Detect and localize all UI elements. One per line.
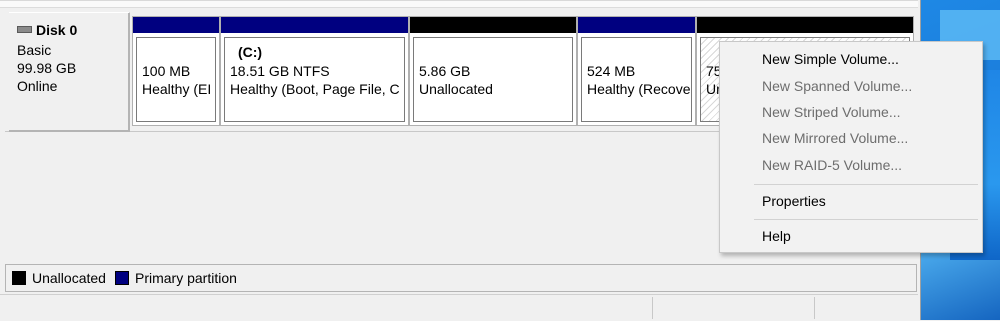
partition-c-drive[interactable]: (C:) 18.51 GB NTFS Healthy (Boot, Page F… (220, 16, 409, 126)
status-bar (0, 294, 918, 321)
disk-type: Basic (17, 42, 52, 58)
partition-size: 18.51 GB NTFS (230, 63, 330, 79)
legend-swatch-primary (115, 271, 129, 285)
disk-status: Online (17, 78, 58, 94)
status-separator (814, 297, 815, 319)
menu-new-simple-volume[interactable]: New Simple Volume... (720, 48, 982, 72)
status-separator (652, 297, 653, 319)
partition-type-bar (221, 17, 408, 33)
partition-status: Healthy (Recove (587, 81, 691, 97)
menu-item-label: New RAID-5 Volume... (762, 157, 903, 173)
partition-type-bar (697, 17, 913, 33)
menu-separator (754, 219, 978, 220)
partition-legend: Unallocated Primary partition (5, 264, 917, 292)
menu-help[interactable]: Help (720, 225, 982, 249)
menu-properties[interactable]: Properties (720, 190, 982, 214)
disk-drive-icon (17, 25, 32, 33)
disk-name: Disk 0 (36, 22, 78, 38)
legend-primary: Primary partition (115, 270, 237, 286)
menu-new-raid5-volume: New RAID-5 Volume... (720, 154, 982, 178)
context-menu: New Simple Volume... New Spanned Volume.… (719, 41, 983, 253)
menu-new-mirrored-volume: New Mirrored Volume... (720, 127, 982, 151)
partition-status: Healthy (EI (142, 81, 212, 97)
menu-item-label: New Simple Volume... (762, 51, 899, 67)
partition-body: 100 MB Healthy (EI (136, 37, 216, 122)
menu-item-label: New Mirrored Volume... (762, 130, 909, 146)
previous-row-edge (0, 1, 918, 8)
partition-drive-letter: (C:) (238, 44, 263, 60)
menu-item-label: New Striped Volume... (762, 104, 901, 120)
menu-item-label: New Spanned Volume... (762, 78, 913, 94)
legend-label: Unallocated (32, 270, 106, 286)
partition-type-bar (133, 17, 219, 33)
menu-item-label: Properties (762, 193, 826, 209)
legend-label: Primary partition (135, 270, 237, 286)
menu-new-striped-volume: New Striped Volume... (720, 101, 982, 125)
disk-name-row: Disk 0 (17, 22, 77, 38)
legend-swatch-unallocated (12, 271, 26, 285)
menu-separator (754, 184, 978, 185)
partition-status: Unallocated (419, 81, 493, 97)
disk-size: 99.98 GB (17, 60, 77, 76)
partition-body: 5.86 GB Unallocated (413, 37, 573, 122)
partition-size: 524 MB (587, 63, 636, 79)
partition-status: Healthy (Boot, Page File, C (230, 81, 400, 97)
partition-efi[interactable]: 100 MB Healthy (EI (132, 16, 220, 126)
partition-size: 100 MB (142, 63, 191, 79)
menu-item-label: Help (762, 228, 791, 244)
partition-type-bar (410, 17, 576, 33)
disk-0-header[interactable]: Disk 0 Basic 99.98 GB Online (9, 12, 130, 132)
partition-recovery[interactable]: 524 MB Healthy (Recove (577, 16, 696, 126)
partition-size: 5.86 GB (419, 63, 471, 79)
partition-type-bar (578, 17, 695, 33)
partition-body: 524 MB Healthy (Recove (581, 37, 692, 122)
partition-unallocated-1[interactable]: 5.86 GB Unallocated (409, 16, 577, 126)
menu-new-spanned-volume: New Spanned Volume... (720, 75, 982, 99)
legend-unallocated: Unallocated (12, 270, 106, 286)
partition-body: (C:) 18.51 GB NTFS Healthy (Boot, Page F… (224, 37, 405, 122)
